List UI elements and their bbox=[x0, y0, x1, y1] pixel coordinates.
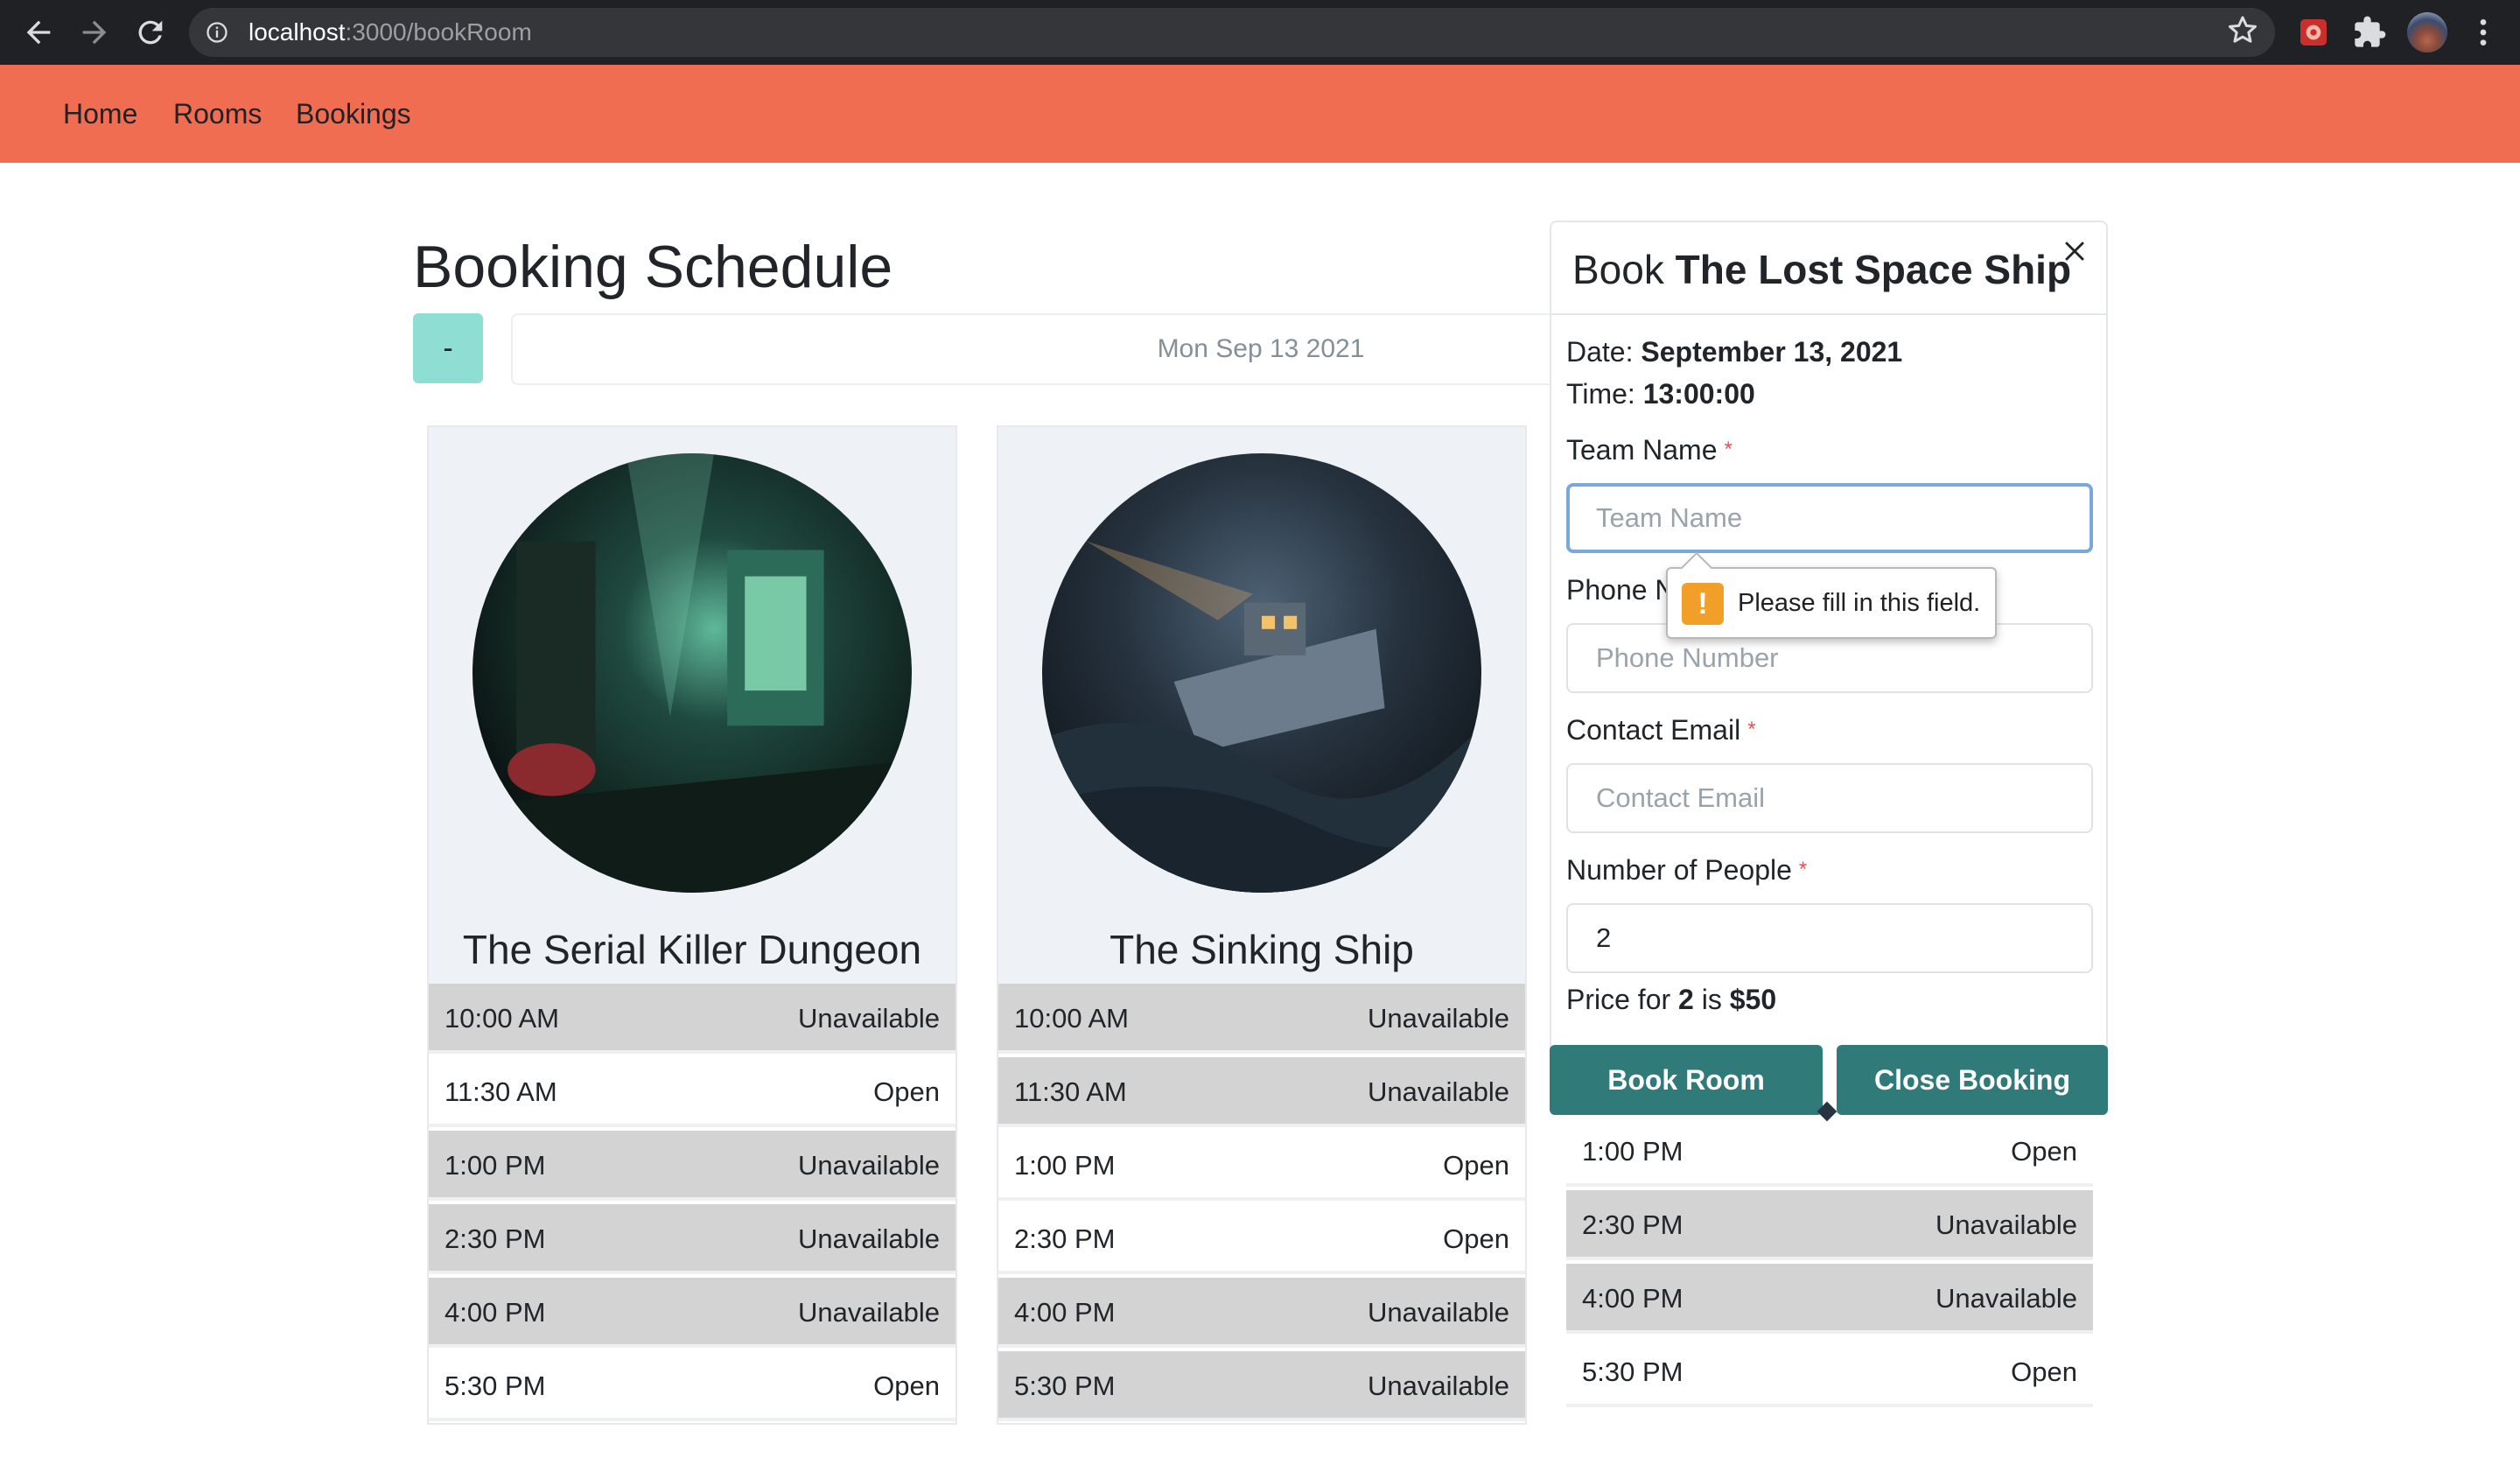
room-name: The Sinking Ship bbox=[1110, 927, 1414, 972]
previous-day-button[interactable]: - bbox=[413, 313, 483, 383]
booking-date: Date: September 13, 2021 bbox=[1566, 336, 1903, 368]
modal-room-name: The Lost Space Ship bbox=[1675, 247, 2072, 292]
time-slot[interactable]: 10:00 AM Unavailable bbox=[429, 984, 956, 1054]
time-slot[interactable]: 5:30 PM Open bbox=[429, 1351, 956, 1421]
address-bar[interactable]: localhost:3000/bookRoom bbox=[189, 8, 2275, 57]
reload-icon[interactable] bbox=[133, 15, 168, 50]
url-text: localhost:3000/bookRoom bbox=[248, 18, 532, 46]
modal-header: Book The Lost Space Ship bbox=[1551, 222, 2106, 315]
room-image bbox=[1042, 453, 1481, 893]
time-slot[interactable]: 4:00 PM Unavailable bbox=[1566, 1264, 2093, 1334]
room-name: The Serial Killer Dungeon bbox=[462, 927, 922, 972]
time-slot[interactable]: 4:00 PM Unavailable bbox=[998, 1278, 1525, 1348]
nav-bookings-link[interactable]: Bookings bbox=[296, 65, 411, 163]
nav-rooms-link[interactable]: Rooms bbox=[173, 65, 262, 163]
room-card-header: The Serial Killer Dungeon bbox=[429, 427, 956, 984]
booking-modal: Book The Lost Space Ship Date: September… bbox=[1550, 221, 2108, 1115]
time-slot[interactable]: 2:30 PM Open bbox=[998, 1204, 1525, 1274]
team-name-label: Team Name * bbox=[1566, 434, 1732, 466]
room-image bbox=[472, 453, 912, 893]
time-slot[interactable]: 4:00 PM Unavailable bbox=[429, 1278, 956, 1348]
forward-icon[interactable] bbox=[77, 15, 112, 50]
number-of-people-input[interactable]: 2 bbox=[1566, 903, 2093, 973]
number-of-people-label: Number of People * bbox=[1566, 854, 1808, 886]
time-slot[interactable]: 10:00 AM Unavailable bbox=[998, 984, 1525, 1054]
time-slot[interactable]: 2:30 PM Unavailable bbox=[429, 1204, 956, 1274]
modal-title: Book The Lost Space Ship bbox=[1572, 247, 2072, 292]
price-summary: Price for 2 is $50 bbox=[1566, 984, 1777, 1015]
time-slot[interactable]: 2:30 PM Unavailable bbox=[1566, 1190, 2093, 1260]
time-slot[interactable]: 1:00 PM Open bbox=[998, 1131, 1525, 1201]
back-icon[interactable] bbox=[21, 15, 56, 50]
close-booking-button[interactable]: Close Booking bbox=[1837, 1045, 2108, 1115]
room-card-header: The Sinking Ship bbox=[998, 427, 1525, 984]
time-slot[interactable]: 1:00 PM Open bbox=[1566, 1117, 2093, 1187]
extension-red-icon[interactable] bbox=[2296, 15, 2331, 50]
phone-label: Phone N bbox=[1566, 574, 1676, 606]
validation-message: Please fill in this field. bbox=[1738, 589, 1981, 617]
nav-home-link[interactable]: Home bbox=[63, 65, 137, 163]
book-room-button[interactable]: Book Room bbox=[1550, 1045, 1823, 1115]
page-title: Booking Schedule bbox=[413, 234, 893, 300]
extensions-puzzle-icon[interactable] bbox=[2352, 15, 2387, 50]
browser-menu-icon[interactable] bbox=[2466, 15, 2501, 50]
bookmark-star-icon[interactable] bbox=[2225, 13, 2260, 48]
team-name-input[interactable]: Team Name bbox=[1566, 483, 2093, 553]
time-slot[interactable]: 11:30 AM Open bbox=[429, 1057, 956, 1127]
contact-email-label: Contact Email * bbox=[1566, 714, 1756, 746]
profile-avatar[interactable] bbox=[2407, 12, 2447, 53]
booking-time: Time: 13:00:00 bbox=[1566, 378, 1755, 410]
warning-icon: ! bbox=[1682, 583, 1724, 625]
time-slot[interactable]: 11:30 AM Unavailable bbox=[998, 1057, 1525, 1127]
close-icon[interactable] bbox=[2060, 236, 2090, 266]
app-navbar: Home Rooms Bookings bbox=[0, 65, 2520, 163]
room-card: The Sinking Ship 10:00 AM Unavailable 11:… bbox=[997, 425, 1527, 1425]
contact-email-input[interactable]: Contact Email bbox=[1566, 763, 2093, 833]
browser-toolbar: localhost:3000/bookRoom bbox=[0, 0, 2520, 65]
time-slot[interactable]: 5:30 PM Open bbox=[1566, 1337, 2093, 1407]
time-slot[interactable]: 1:00 PM Unavailable bbox=[429, 1131, 956, 1201]
validation-tooltip: ! Please fill in this field. bbox=[1666, 551, 1997, 639]
time-slot[interactable]: 5:30 PM Unavailable bbox=[998, 1351, 1525, 1421]
site-info-icon[interactable] bbox=[205, 20, 229, 45]
room-card: The Serial Killer Dungeon 10:00 AM Unavai… bbox=[427, 425, 957, 1425]
